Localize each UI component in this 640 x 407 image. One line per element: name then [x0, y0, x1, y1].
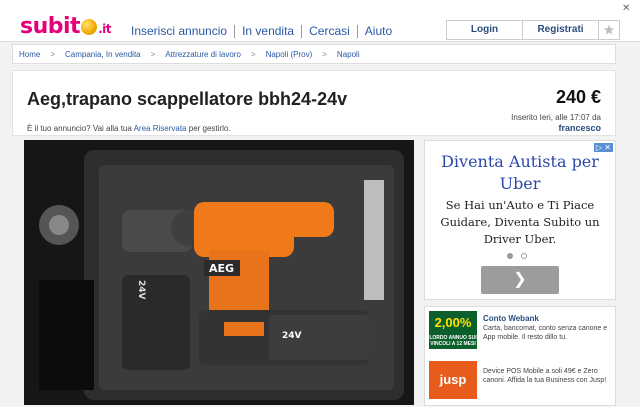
- thumb-rate: 2,00%: [434, 315, 472, 330]
- owner-notice-prefix: È il tuo annuncio? Vai alla tua: [27, 124, 132, 133]
- breadcrumb-city[interactable]: Napoli: [337, 50, 360, 59]
- ad-body-line: Se Hai un'Auto e Ti Piace: [445, 198, 595, 212]
- nav-insert-ad[interactable]: Inserisci annuncio: [124, 25, 236, 38]
- breadcrumb-category[interactable]: Attrezzature di lavoro: [165, 50, 241, 59]
- login-button[interactable]: Login: [447, 21, 523, 39]
- jusp-thumbnail: jusp: [429, 361, 477, 399]
- ad-body-line: Driver Uber.: [483, 232, 557, 246]
- listing-date: Inserito Ieri, alle 17:07 da: [511, 113, 601, 122]
- pager-dot[interactable]: [507, 253, 513, 259]
- breadcrumb-separator: >: [150, 49, 156, 59]
- thumb-rate-note: LORDO ANNUO SUI VINCOLI A 12 MESI: [429, 335, 477, 347]
- pager-dot[interactable]: [521, 253, 527, 259]
- listing-photo[interactable]: AEG 24V 24V: [24, 140, 414, 405]
- close-icon[interactable]: ✕: [622, 3, 630, 14]
- main-nav: Inserisci annuncio In vendita Cercasi Ai…: [124, 25, 399, 38]
- drill-brand-label: AEG: [209, 262, 234, 275]
- register-button[interactable]: Registrati: [523, 21, 599, 39]
- favorites-star-icon[interactable]: ★: [599, 21, 619, 39]
- logo-ball-icon: [81, 19, 98, 35]
- sponsored-title[interactable]: Conto Webank: [483, 314, 539, 323]
- breadcrumb-region[interactable]: Campania, In vendita: [65, 50, 141, 59]
- ad-headline-line: Uber: [499, 174, 541, 193]
- uber-ad[interactable]: ▷ ✕ Diventa Autista per Uber Se Hai un'A…: [424, 140, 616, 300]
- webank-thumbnail: 2,00% LORDO ANNUO SUI VINCOLI A 12 MESI: [429, 311, 477, 349]
- owner-notice: È il tuo annuncio? Vai alla tua Area Ris…: [27, 124, 231, 133]
- breadcrumb-home[interactable]: Home: [19, 50, 40, 59]
- listing-price: 240 €: [555, 87, 601, 107]
- nav-wanted[interactable]: Cercasi: [302, 25, 358, 38]
- sponsored-list: 2,00% LORDO ANNUO SUI VINCOLI A 12 MESI …: [424, 306, 616, 406]
- ad-headline: Diventa Autista per Uber: [425, 151, 615, 195]
- breadcrumb-separator: >: [322, 49, 327, 59]
- site-header: subit .it Inserisci annuncio In vendita C…: [0, 0, 640, 42]
- sponsored-item[interactable]: jusp Device POS Mobile a soli 49€ e Zero…: [429, 361, 613, 401]
- breadcrumb-separator: >: [50, 49, 56, 59]
- breadcrumb: Home > Campania, In vendita > Attrezzatu…: [12, 44, 616, 64]
- ad-next-button[interactable]: ❯: [481, 266, 559, 294]
- ad-body: Se Hai un'Auto e Ti Piace Guidare, Diven…: [425, 197, 615, 248]
- subito-logo[interactable]: subit .it: [20, 14, 111, 39]
- ad-headline-line: Diventa Autista per: [441, 152, 599, 171]
- ad-pager: [507, 253, 527, 259]
- listing-title: Aeg,trapano scappellatore bbh24-24v: [27, 89, 348, 109]
- drill-case-image: AEG 24V 24V: [24, 140, 414, 405]
- reserved-area-link[interactable]: Area Riservata: [134, 124, 187, 133]
- sponsored-text: Device POS Mobile a soli 49€ e Zero cano…: [483, 368, 607, 384]
- owner-notice-suffix: per gestirlo.: [188, 124, 231, 133]
- nav-help[interactable]: Aiuto: [358, 25, 399, 38]
- sponsored-text: Carta, bancomat, conto senza canone e Ap…: [483, 325, 608, 341]
- sponsored-item[interactable]: 2,00% LORDO ANNUO SUI VINCOLI A 12 MESI …: [429, 311, 613, 351]
- ad-body-line: Guidare, Diventa Subito un: [440, 215, 600, 229]
- battery-label-left: 24V: [136, 280, 146, 300]
- auth-box: Login Registrati ★: [446, 20, 620, 40]
- seller-name[interactable]: francesco: [558, 123, 601, 133]
- breadcrumb-province[interactable]: Napoli (Prov): [266, 50, 313, 59]
- battery-label-right: 24V: [282, 331, 302, 341]
- nav-for-sale[interactable]: In vendita: [235, 25, 303, 38]
- breadcrumb-separator: >: [250, 49, 256, 59]
- listing-header: Aeg,trapano scappellatore bbh24-24v 240 …: [12, 70, 616, 136]
